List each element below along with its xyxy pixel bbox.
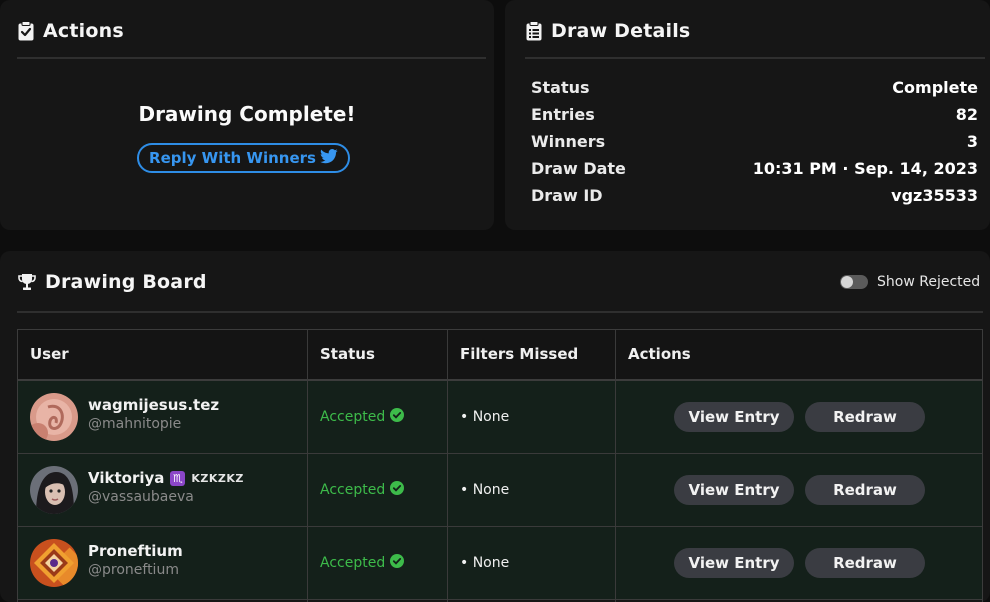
filters-missed: • None bbox=[460, 409, 510, 425]
detail-value: Complete bbox=[892, 78, 978, 97]
status-text: Accepted bbox=[320, 555, 386, 571]
detail-row-status: Status Complete bbox=[531, 78, 978, 97]
user-name: wagmijesus.tez bbox=[88, 396, 219, 414]
show-rejected-toggle[interactable]: Show Rejected bbox=[840, 274, 980, 290]
column-divider bbox=[447, 330, 448, 602]
column-header-status: Status bbox=[320, 345, 375, 363]
status-badge: Accepted bbox=[320, 554, 405, 572]
user-name: Viktoriya ♏ KZKZKZ bbox=[88, 469, 244, 487]
detail-row-entries: Entries 82 bbox=[531, 105, 978, 124]
board-header: Drawing Board bbox=[18, 271, 207, 293]
column-divider bbox=[307, 330, 308, 602]
table-row: wagmijesus.tez @mahnitopie Accepted • No… bbox=[18, 381, 982, 454]
reply-button-label: Reply With Winners bbox=[149, 149, 316, 167]
details-header: Draw Details bbox=[526, 20, 690, 42]
column-header-filters: Filters Missed bbox=[460, 345, 579, 363]
redraw-button[interactable]: Redraw bbox=[805, 548, 925, 578]
divider bbox=[17, 57, 486, 59]
detail-value: 10:31 PM · Sep. 14, 2023 bbox=[752, 159, 978, 178]
actions-title: Actions bbox=[43, 20, 124, 42]
clipboard-check-icon bbox=[18, 21, 34, 41]
clipboard-list-icon bbox=[526, 21, 542, 41]
view-entry-button[interactable]: View Entry bbox=[674, 475, 794, 505]
status-badge: Accepted bbox=[320, 481, 405, 499]
divider bbox=[525, 57, 985, 59]
user-handle: @proneftium bbox=[88, 562, 179, 578]
detail-label: Draw ID bbox=[531, 186, 603, 205]
avatar bbox=[30, 466, 78, 514]
check-circle-icon bbox=[390, 481, 405, 499]
view-entry-button[interactable]: View Entry bbox=[674, 548, 794, 578]
detail-value: 3 bbox=[966, 132, 978, 151]
detail-value: vgz35533 bbox=[891, 186, 978, 205]
filters-missed: • None bbox=[460, 555, 510, 571]
detail-row-winners: Winners 3 bbox=[531, 132, 978, 151]
drawing-board-table: User Status Filters Missed Actions wagmi… bbox=[17, 329, 983, 602]
scorpio-icon: ♏ bbox=[170, 470, 186, 486]
table-header: User Status Filters Missed Actions bbox=[18, 330, 982, 381]
user-handle: @mahnitopie bbox=[88, 416, 182, 432]
redraw-button[interactable]: Redraw bbox=[805, 475, 925, 505]
detail-label: Status bbox=[531, 78, 590, 97]
trophy-icon bbox=[18, 273, 36, 291]
check-circle-icon bbox=[390, 408, 405, 426]
status-text: Accepted bbox=[320, 482, 386, 498]
column-divider bbox=[615, 330, 616, 602]
reply-with-winners-button[interactable]: Reply With Winners bbox=[137, 143, 350, 173]
detail-label: Draw Date bbox=[531, 159, 626, 178]
avatar bbox=[30, 539, 78, 587]
actions-card: Actions Drawing Complete! Reply With Win… bbox=[0, 0, 494, 230]
show-rejected-label: Show Rejected bbox=[877, 274, 981, 290]
user-name-text: wagmijesus.tez bbox=[88, 396, 220, 414]
status-badge: Accepted bbox=[320, 408, 405, 426]
detail-row-draw-id: Draw ID vgz35533 bbox=[531, 186, 978, 205]
redraw-button[interactable]: Redraw bbox=[805, 402, 925, 432]
avatar bbox=[30, 393, 78, 441]
twitter-bird-icon bbox=[319, 148, 338, 168]
details-title: Draw Details bbox=[551, 20, 691, 42]
view-entry-button[interactable]: View Entry bbox=[674, 402, 794, 432]
user-name: Proneftium bbox=[88, 542, 183, 560]
detail-row-draw-date: Draw Date 10:31 PM · Sep. 14, 2023 bbox=[531, 159, 978, 178]
user-name-text: Proneftium bbox=[88, 542, 183, 560]
table-row: Proneftium @proneftium Accepted • None V… bbox=[18, 527, 982, 600]
check-circle-icon bbox=[390, 554, 405, 572]
board-title: Drawing Board bbox=[45, 271, 207, 293]
detail-label: Entries bbox=[531, 105, 595, 124]
detail-label: Winners bbox=[531, 132, 606, 151]
divider bbox=[17, 311, 983, 313]
column-header-actions: Actions bbox=[628, 345, 691, 363]
column-header-user: User bbox=[30, 345, 69, 363]
actions-header: Actions bbox=[18, 20, 124, 42]
filters-missed: • None bbox=[460, 482, 510, 498]
user-name-text: Viktoriya bbox=[88, 469, 165, 487]
status-message: Drawing Complete! bbox=[138, 102, 356, 126]
toggle-knob bbox=[841, 276, 853, 288]
detail-value: 82 bbox=[955, 105, 978, 124]
toggle-switch[interactable] bbox=[840, 275, 868, 289]
user-name-suffix: KZKZKZ bbox=[191, 471, 244, 485]
user-handle: @vassaubaeva bbox=[88, 489, 194, 505]
table-row: Viktoriya ♏ KZKZKZ @vassaubaeva Accepted… bbox=[18, 454, 982, 527]
status-text: Accepted bbox=[320, 409, 386, 425]
